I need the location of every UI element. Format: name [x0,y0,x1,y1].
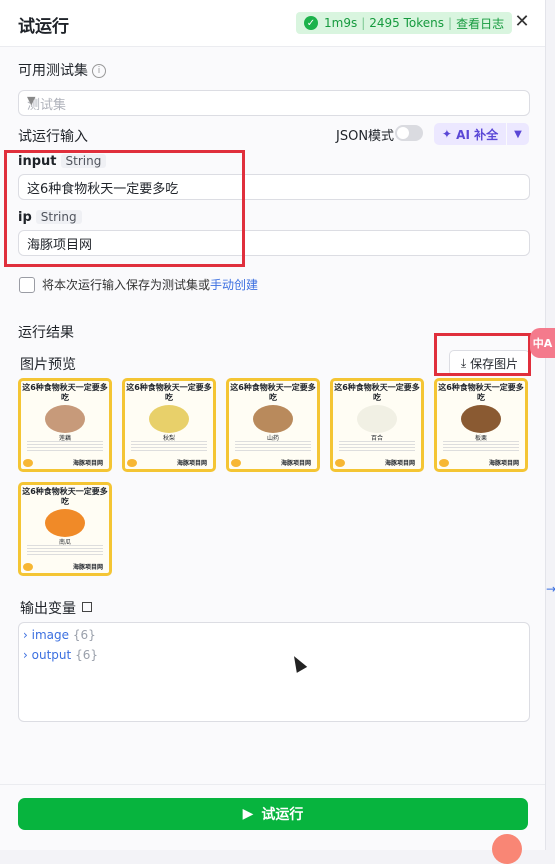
thumb-brand: 海豚项目网 [280,460,311,467]
status-separator: | [361,16,366,30]
food-image [149,405,189,433]
output-vars-label: 输出变量 [20,598,92,618]
ai-complete-button[interactable]: ✦ AI 补全 [434,123,506,145]
thumb-text-lines [131,441,207,453]
food-image [461,405,501,433]
image-thumbnail[interactable]: 这6种食物秋天一定要多吃 板栗 海豚项目网 [434,378,528,472]
test-set-label: 可用测试集 i [18,60,106,80]
thumb-heading: 这6种食物秋天一定要多吃 [22,487,108,506]
panel-header: 试运行 ✓ 1m9s | 2495 Tokens | 查看日志 ✕ [0,0,545,47]
thumb-heading: 这6种食物秋天一定要多吃 [334,383,420,402]
results-label: 运行结果 [18,325,74,341]
thumb-brand: 海豚项目网 [72,564,103,571]
image-thumbnail[interactable]: 这6种食物秋天一定要多吃 秋梨 海豚项目网 [122,378,216,472]
save-as-testset-text: 将本次运行输入保存为测试集或手动创建 [42,276,258,293]
json-mode-toggle[interactable] [395,125,423,141]
ai-complete-label: AI 补全 [456,127,499,142]
run-status-badge: ✓ 1m9s | 2495 Tokens | 查看日志 [296,12,513,34]
thumb-text-lines [235,441,311,453]
highlight-box-inputs [4,150,245,267]
chevron-down-icon: ▼ [27,94,36,107]
thumb-heading: 这6种食物秋天一定要多吃 [126,383,212,402]
emoji-icon [231,459,241,467]
output-vars-box: › image {6} › output {6} [18,622,530,722]
chevron-right-icon: › [23,628,28,642]
image-thumbnail[interactable]: 这6种食物秋天一定要多吃 莲藕 海豚项目网 [18,378,112,472]
translate-side-tab[interactable]: 中A [530,328,555,358]
thumb-brand: 海豚项目网 [488,460,519,467]
test-run-label: 试运行 [261,807,304,823]
check-circle-icon: ✓ [304,16,318,30]
close-icon[interactable]: ✕ [512,12,532,32]
view-log-link[interactable]: 查看日志 [456,15,504,32]
run-input-label: 试运行输入 [18,129,88,145]
copy-icon[interactable] [82,602,92,612]
thumb-brand: 海豚项目网 [72,460,103,467]
image-thumbnail[interactable]: 这6种食物秋天一定要多吃 百合 海豚项目网 [330,378,424,472]
thumb-text-lines [443,441,519,453]
thumb-heading: 这6种食物秋天一定要多吃 [230,383,316,402]
thumb-brand: 海豚项目网 [384,460,415,467]
test-run-button[interactable]: ▶ 试运行 [18,798,528,830]
thumb-text-lines [27,441,103,453]
run-duration: 1m9s [324,16,358,30]
save-text: 将本次运行输入保存为测试集或 [42,278,211,292]
thumb-text-lines [339,441,415,453]
food-image [45,405,85,433]
json-mode-label: JSON模式 [336,129,395,144]
chevron-down-icon: ▼ [514,128,522,140]
var-count: {6} [75,648,98,662]
play-icon: ▶ [242,806,254,822]
food-image [45,509,85,537]
info-icon[interactable]: i [92,64,106,78]
token-count: 2495 Tokens [369,16,445,30]
footer-divider [0,784,545,785]
food-image [253,405,293,433]
thumb-heading: 这6种食物秋天一定要多吃 [438,383,524,402]
test-set-select[interactable]: 测试集 ▼ [18,90,530,116]
thumb-heading: 这6种食物秋天一定要多吃 [22,383,108,402]
test-run-panel: 试运行 ✓ 1m9s | 2495 Tokens | 查看日志 ✕ 可用测试集 i… [0,0,546,850]
sparkle-icon: ✦ [441,127,452,141]
ai-complete-dropdown[interactable]: ▼ [507,123,529,145]
manual-create-link[interactable]: 手动创建 [210,278,258,292]
thumb-text-lines [27,545,103,557]
status-separator: | [448,16,453,30]
food-image [357,405,397,433]
thumb-brand: 海豚项目网 [176,460,207,467]
chevron-right-icon: › [23,648,28,662]
emoji-icon [23,459,33,467]
image-preview-label: 图片预览 [20,357,76,373]
var-count: {6} [72,628,96,642]
image-thumbnail[interactable]: 这6种食物秋天一定要多吃 山药 海豚项目网 [226,378,320,472]
arrow-right-icon[interactable]: → [546,582,555,596]
emoji-icon [335,459,345,467]
emoji-icon [439,459,449,467]
emoji-icon [23,563,33,571]
var-output[interactable]: › output {6} [23,648,98,662]
image-thumbnail[interactable]: 这6种食物秋天一定要多吃 南瓜 海豚项目网 [18,482,112,576]
highlight-box-save [434,333,531,376]
var-image[interactable]: › image {6} [23,628,96,642]
output-vars-text: 输出变量 [20,601,76,617]
assistant-avatar[interactable] [492,834,522,864]
var-name: image [31,628,70,642]
test-set-label-text: 可用测试集 [18,63,88,79]
var-name: output [31,648,72,662]
panel-title: 试运行 [18,17,69,37]
save-as-testset-checkbox[interactable] [19,277,35,293]
emoji-icon [127,459,137,467]
